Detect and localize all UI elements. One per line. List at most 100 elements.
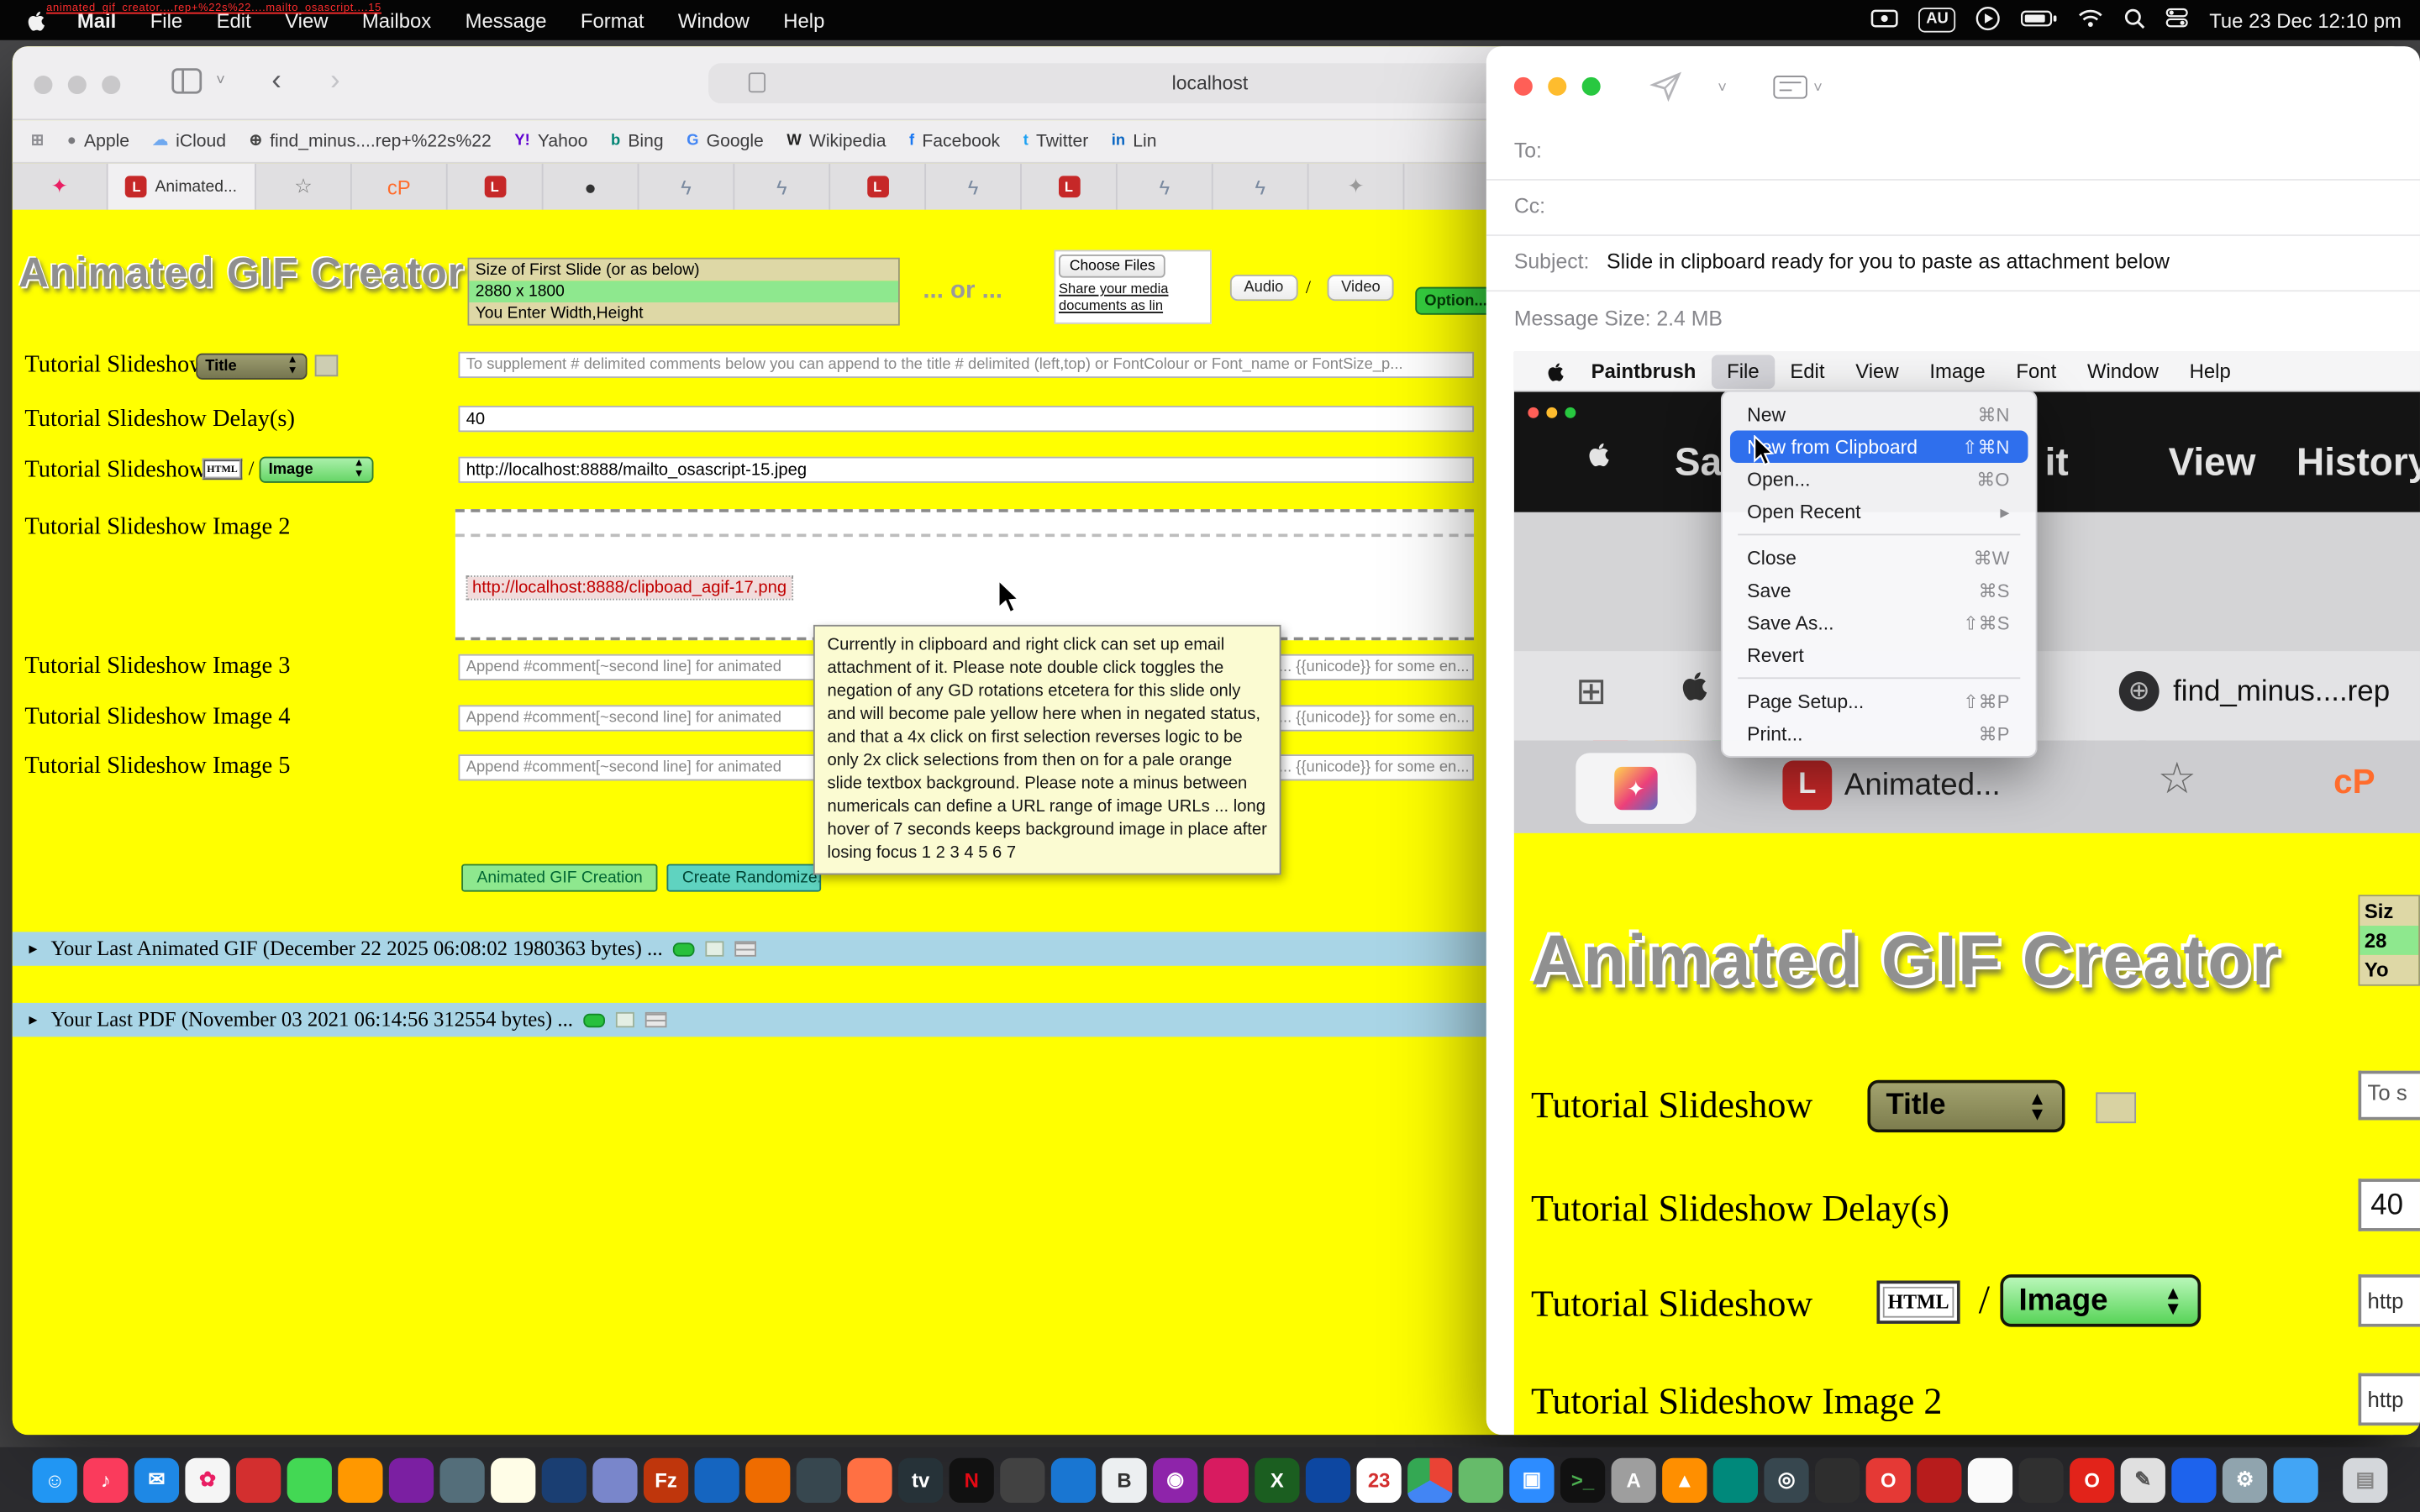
dock-icon-downloads[interactable] [2274,1457,2318,1502]
dock-icon-app-crimson[interactable] [1917,1457,1961,1502]
dock-icon-app-steel[interactable] [592,1457,637,1502]
chevron-down-icon[interactable]: ˅ [1718,81,1727,97]
to-label[interactable]: To: [1514,139,1542,162]
dock-icon-app-teal[interactable] [1713,1457,1758,1502]
minimize-button[interactable] [68,76,87,94]
file-menu-item-close[interactable]: Close⌘W [1730,542,2028,575]
dock-icon-notes[interactable] [491,1457,535,1502]
pb-menu-window[interactable]: Window [2072,354,2175,388]
preview-icon[interactable] [706,941,724,956]
chevron-down-icon[interactable]: ˅ [1813,81,1823,97]
delay-input[interactable]: 40 [459,406,1475,432]
menu-bar-clock[interactable]: Tue 23 Dec 12:10 pm [2209,8,2402,32]
dock-icon-app-azure[interactable] [1051,1457,1096,1502]
dock-icon-trash[interactable]: ▤ [2343,1457,2387,1502]
dock-icon-app-charcoal[interactable] [797,1457,841,1502]
favorite-yahoo[interactable]: Y!Yahoo [514,132,587,150]
menu-window[interactable]: Window [661,8,766,32]
dock-icon-firefox[interactable] [847,1457,892,1502]
spotlight-search-icon[interactable] [2124,7,2146,33]
close-button[interactable] [1514,77,1533,96]
favorite-apple[interactable]: ●Apple [67,132,129,150]
file-menu-item-open[interactable]: Open...⌘O [1730,463,2028,496]
dock-icon-app-scarlet[interactable]: O [2070,1457,2114,1502]
disclosure-triangle-icon[interactable]: ► [26,941,39,956]
options-button[interactable]: Option... [1415,287,1492,315]
keyboard-icon[interactable] [735,941,757,956]
dock-icon-app-onyx[interactable] [2018,1457,2063,1502]
file-menu-item-save[interactable]: Save⌘S [1730,574,2028,606]
screen-record-icon[interactable] [1870,8,1898,32]
safari-tab-1[interactable]: ✦ [13,164,108,210]
wifi-icon[interactable] [2078,8,2104,32]
dock-icon-app-silver[interactable]: A [1612,1457,1656,1502]
dock-icon-docker[interactable] [2171,1457,2216,1502]
safari-tab-8[interactable]: ϟ [734,164,830,210]
safari-tab-6[interactable]: ● [544,164,639,210]
favorite-sites-grid[interactable]: ⊞ [31,133,44,150]
safari-tab-9[interactable]: L [830,164,926,210]
pb-menu-help[interactable]: Help [2174,354,2246,388]
dock-icon-finder[interactable]: ☺ [33,1457,77,1502]
dock-icon-thunderbird[interactable] [695,1457,739,1502]
apple-menu-icon[interactable] [1545,359,1567,383]
video-button[interactable]: Video [1328,275,1395,301]
back-icon[interactable]: ‹ [271,65,281,98]
favorite-google[interactable]: GGoogle [687,132,764,150]
dock-icon-filezilla[interactable]: Fz [644,1457,688,1502]
pb-menu-image[interactable]: Image [1914,354,2001,388]
dock-icon-photos[interactable]: ✿ [185,1457,229,1502]
file-menu-item-revert[interactable]: Revert [1730,638,2028,671]
send-icon[interactable] [1649,71,1683,109]
favorite-icloud[interactable]: ☁iCloud [153,132,226,150]
play-status-icon[interactable] [1976,5,2001,34]
subject-value[interactable]: Slide in clipboard ready for you to past… [1607,250,2170,274]
animated-gif-creation-button[interactable]: Animated GIF Creation [461,864,658,892]
dock-icon-appletv[interactable]: tv [898,1457,943,1502]
file-menu-item-print[interactable]: Print...⌘P [1730,717,2028,750]
favorite-bing[interactable]: bBing [611,132,664,150]
dock-icon-app-dim[interactable] [1000,1457,1044,1502]
dock-icon-vlc[interactable]: ▲ [1662,1457,1707,1502]
minimize-button[interactable] [1548,77,1566,96]
dock-icon-app-red[interactable] [236,1457,281,1502]
safari-tab-14[interactable]: ✦ [1309,164,1405,210]
dock-icon-app-paper[interactable] [1968,1457,2012,1502]
header-fields-icon[interactable] [1773,76,1807,99]
dock-icon-zoom[interactable]: ▣ [1509,1457,1554,1502]
safari-tab-12[interactable]: ϟ [1118,164,1213,210]
image2-drop-area[interactable]: http://localhost:8888/clipboad_agif-17.p… [455,509,1474,640]
cc-label[interactable]: Cc: [1514,194,1545,218]
dock-icon-obs[interactable]: ◎ [1764,1457,1808,1502]
dock-icon-app-slate[interactable] [439,1457,484,1502]
subject-label[interactable]: Subject: [1514,250,1590,274]
dock-icon-app-amber[interactable] [745,1457,790,1502]
safari-tab-star[interactable]: ☆ [256,164,352,210]
input-source-indicator[interactable]: AU [1918,8,1956,32]
title-select[interactable]: Title▲▼ [196,354,307,380]
dock-icon-settings[interactable]: ⚙ [2223,1457,2267,1502]
dock-icon-messages[interactable] [287,1457,332,1502]
dock-icon-app-graphite[interactable] [1815,1457,1860,1502]
favorite-linkedin[interactable]: inLin [1112,132,1157,150]
dock-icon-excel[interactable]: X [1255,1457,1299,1502]
dock-icon-opera[interactable]: O [1866,1457,1911,1502]
safari-tab-7[interactable]: ϟ [639,164,734,210]
favorite-wikipedia[interactable]: WWikipedia [786,132,886,150]
favorite-twitter[interactable]: tTwitter [1023,132,1089,150]
share-media-link[interactable]: Share your media documents as lin [1059,281,1207,315]
file-menu-item-save-as[interactable]: Save As...⇧⌘S [1730,606,2028,639]
favorite-facebook[interactable]: fFacebook [909,132,1000,150]
dock-icon-netflix[interactable]: N [950,1457,994,1502]
safari-tab-11[interactable]: L [1022,164,1118,210]
zoom-button[interactable] [1582,77,1601,96]
dock-icon-app-navy[interactable] [542,1457,587,1502]
safari-tab-animated[interactable]: LAnimated... [108,164,256,210]
preview-icon[interactable] [616,1012,634,1027]
dock-icon-chrome[interactable] [1407,1457,1452,1502]
dock-icon-podcasts[interactable]: ◉ [1153,1457,1197,1502]
safari-tab-13[interactable]: ϟ [1213,164,1309,210]
create-randomized-button[interactable]: Create Randomize... [666,864,821,892]
close-button[interactable] [34,76,52,94]
pb-menu-file[interactable]: File [1712,354,1775,388]
